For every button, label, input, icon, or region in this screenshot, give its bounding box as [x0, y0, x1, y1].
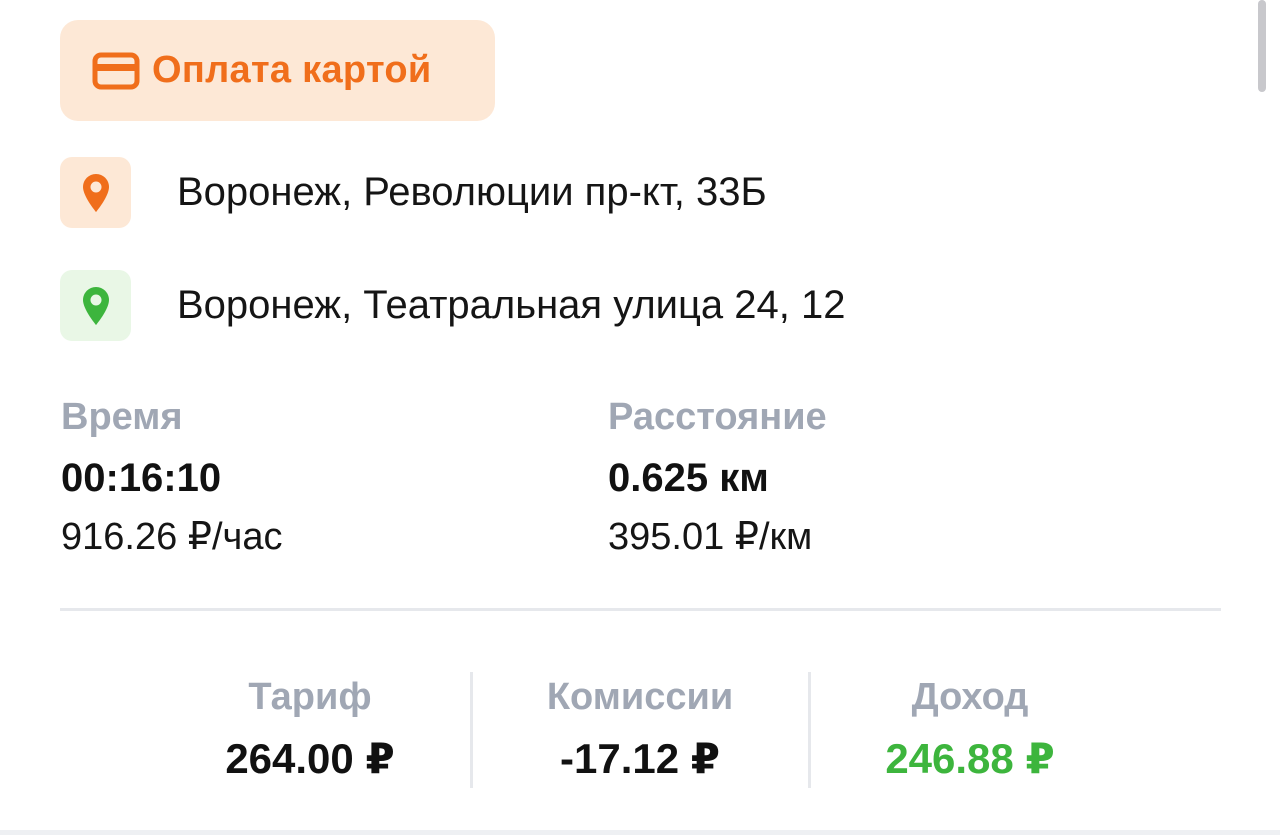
distance-label: Расстояние	[608, 396, 827, 438]
map-pin-icon	[82, 286, 109, 325]
origin-pin-badge	[60, 157, 131, 228]
distance-value: 0.625 км	[608, 456, 769, 500]
scrollbar[interactable]	[1258, 0, 1266, 92]
time-value: 00:16:10	[61, 456, 222, 500]
time-metric: Время 00:16:10 916.26 ₽/час	[61, 394, 282, 560]
origin-address: Воронеж, Революции пр-кт, 33Б	[177, 170, 767, 214]
credit-card-icon	[92, 52, 140, 89]
distance-rate: 395.01 ₽/км	[608, 516, 813, 558]
bottom-divider	[0, 830, 1280, 835]
income-value: 246.88 ₽	[885, 735, 1055, 782]
income-summary: Доход 246.88 ₽	[820, 674, 1120, 784]
tariff-summary: Тариф 264.00 ₽	[160, 674, 460, 784]
commission-value: -17.12 ₽	[560, 735, 720, 782]
distance-metric: Расстояние 0.625 км 395.01 ₽/км	[608, 394, 827, 560]
tariff-label: Тариф	[248, 676, 372, 718]
tariff-value: 264.00 ₽	[225, 735, 395, 782]
divider	[60, 608, 1221, 611]
payment-method-badge: Оплата картой	[60, 20, 495, 121]
income-label: Доход	[911, 676, 1029, 718]
time-label: Время	[61, 396, 183, 438]
commission-summary: Комиссии -17.12 ₽	[490, 674, 790, 784]
payment-method-label: Оплата картой	[152, 49, 432, 91]
route-destination: Воронеж, Театральная улица 24, 12	[60, 270, 845, 341]
destination-pin-badge	[60, 270, 131, 341]
commission-label: Комиссии	[546, 676, 734, 718]
destination-address: Воронеж, Театральная улица 24, 12	[177, 283, 846, 327]
column-separator	[470, 672, 473, 788]
column-separator	[808, 672, 811, 788]
route-origin: Воронеж, Революции пр-кт, 33Б	[60, 157, 767, 228]
time-rate: 916.26 ₽/час	[61, 516, 283, 558]
map-pin-icon	[82, 173, 109, 212]
